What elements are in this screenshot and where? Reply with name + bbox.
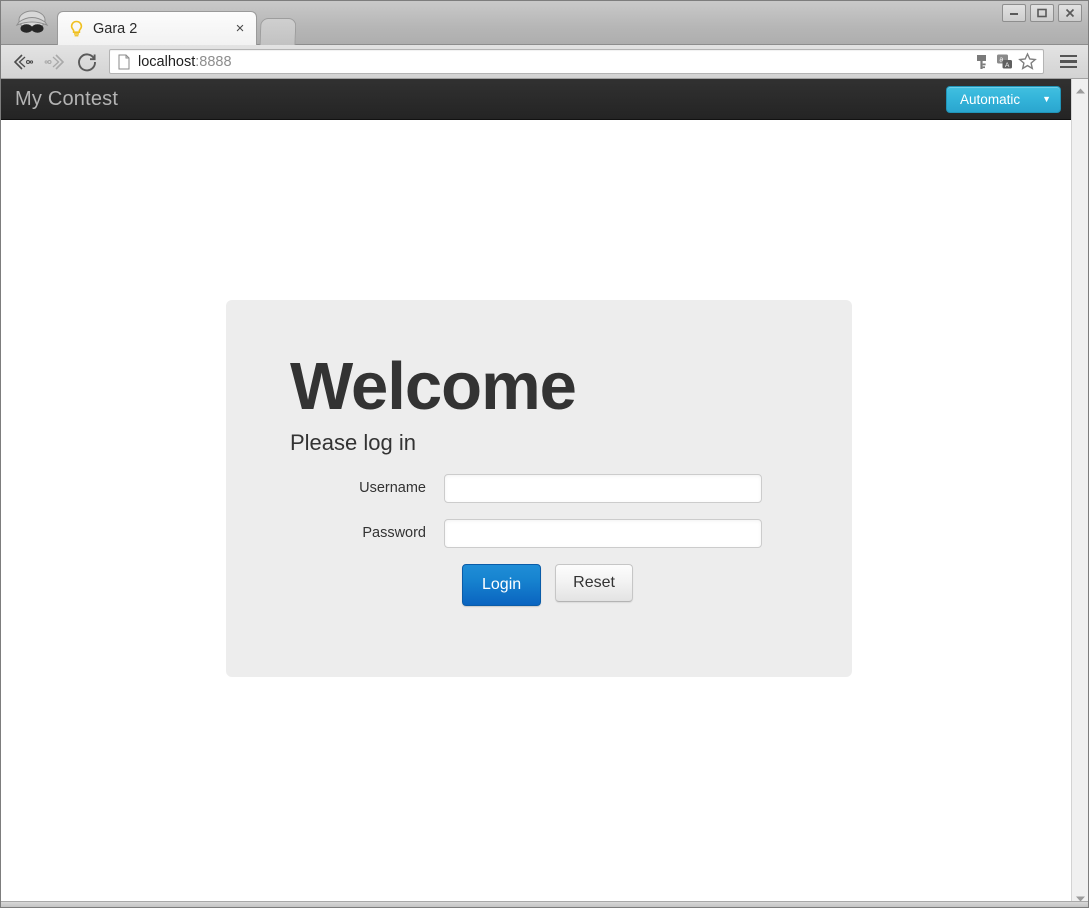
password-label: Password — [362, 525, 426, 542]
close-button[interactable] — [1058, 4, 1082, 22]
scroll-down-arrow-icon[interactable] — [1075, 890, 1086, 901]
url-port: :8888 — [195, 53, 232, 70]
page-document-icon — [117, 54, 131, 70]
lightbulb-favicon — [68, 20, 85, 37]
username-label: Username — [359, 480, 426, 497]
reset-button[interactable]: Reset — [555, 563, 633, 602]
url-host: localhost — [138, 53, 196, 70]
username-row: Username — [290, 473, 852, 503]
login-button-row: Login Reset — [462, 563, 852, 606]
new-tab-button[interactable] — [259, 18, 297, 45]
chevron-down-icon: ▼ — [1042, 94, 1051, 104]
site-header: My Contest Automatic ▼ — [1, 79, 1071, 120]
minimize-button[interactable] — [1002, 4, 1026, 22]
page-viewport: My Contest Automatic ▼ Welcome Please lo… — [1, 79, 1088, 901]
svg-text:A: A — [1005, 62, 1010, 69]
tab-title: Gara 2 — [93, 20, 138, 37]
key-icon[interactable] — [972, 52, 991, 71]
address-bar[interactable]: localhost:8888 a A — [109, 49, 1044, 74]
back-button[interactable] — [8, 48, 38, 76]
back-arrow-icon — [13, 53, 34, 70]
browser-window: Gara 2 × localhost:8888 a A My Contest A… — [0, 0, 1089, 908]
browser-toolbar: localhost:8888 a A — [1, 45, 1088, 79]
bookmark-star-icon[interactable] — [1018, 52, 1037, 71]
password-row: Password — [290, 518, 852, 548]
login-panel: Welcome Please log in Username Password — [226, 300, 852, 677]
password-input[interactable] — [444, 518, 762, 548]
login-form: Username Password Login Reset — [290, 473, 852, 606]
language-select-value: Automatic — [960, 92, 1021, 107]
translate-icon[interactable]: a A — [995, 52, 1014, 71]
tab-close-icon[interactable]: × — [232, 21, 248, 36]
window-controls — [1002, 4, 1082, 22]
url-text: localhost:8888 — [138, 54, 972, 70]
maximize-button[interactable] — [1030, 4, 1054, 22]
reload-button[interactable] — [72, 48, 102, 76]
incognito-icon — [13, 10, 51, 38]
welcome-heading: Welcome — [290, 349, 577, 424]
browser-tab[interactable]: Gara 2 × — [57, 11, 257, 45]
reload-icon — [78, 52, 96, 71]
hamburger-menu-icon[interactable] — [1055, 49, 1081, 75]
login-subtitle: Please log in — [290, 429, 416, 455]
login-button[interactable]: Login — [462, 563, 542, 606]
language-select[interactable]: Automatic ▼ — [946, 86, 1061, 113]
forward-arrow-icon — [44, 53, 65, 70]
username-input[interactable] — [444, 473, 762, 503]
page-scrollbar[interactable] — [1071, 79, 1088, 901]
scroll-up-arrow-icon[interactable] — [1075, 82, 1086, 94]
omnibox-icons: a A — [972, 52, 1039, 71]
forward-button[interactable] — [40, 48, 70, 76]
page-title: My Contest — [15, 87, 119, 110]
tab-strip: Gara 2 × — [1, 1, 1088, 45]
web-page: My Contest Automatic ▼ Welcome Please lo… — [1, 79, 1071, 901]
window-bottom-edge — [1, 901, 1088, 907]
